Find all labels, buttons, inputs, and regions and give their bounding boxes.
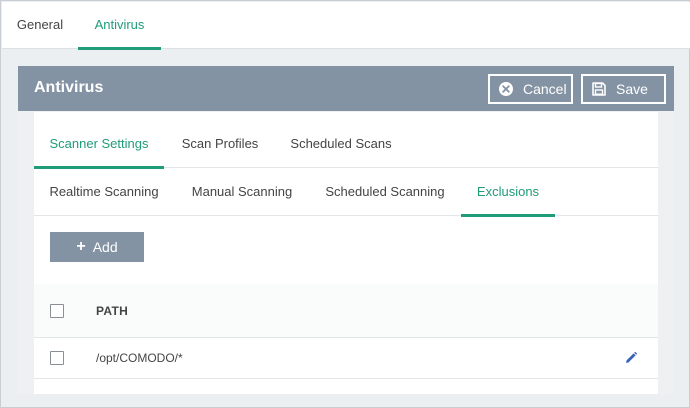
add-label: Add xyxy=(92,239,118,255)
tab-exclusions[interactable]: Exclusions xyxy=(461,168,555,217)
tab-antivirus[interactable]: Antivirus xyxy=(78,2,161,50)
save-disk-icon xyxy=(591,81,607,97)
main-tab-bar: Scanner Settings Scan Profiles Scheduled… xyxy=(34,120,658,169)
add-button[interactable]: + Add xyxy=(50,232,144,262)
select-all-checkbox[interactable] xyxy=(50,304,64,318)
tab-manual-scanning[interactable]: Manual Scanning xyxy=(174,168,310,216)
plus-icon: + xyxy=(76,238,86,255)
tab-scheduled-scanning[interactable]: Scheduled Scanning xyxy=(310,168,460,216)
cancel-label: Cancel xyxy=(523,81,567,97)
table-header: PATH xyxy=(34,284,658,338)
row-path: /opt/COMODO/* xyxy=(96,351,183,365)
tab-scanner-settings[interactable]: Scanner Settings xyxy=(34,120,164,169)
pencil-edit-icon[interactable] xyxy=(624,351,638,365)
sub-tab-bar: Realtime Scanning Manual Scanning Schedu… xyxy=(34,168,658,217)
antivirus-panel: Antivirus Cancel Save Scanner Settings S… xyxy=(18,66,674,394)
app-frame: General Antivirus Antivirus Cancel Save … xyxy=(0,0,690,408)
row-checkbox[interactable] xyxy=(50,351,64,365)
tab-realtime-scanning[interactable]: Realtime Scanning xyxy=(34,168,174,216)
panel-title: Antivirus xyxy=(34,79,104,96)
tab-general[interactable]: General xyxy=(2,2,78,49)
top-tab-bar: General Antivirus xyxy=(2,2,690,50)
panel-header: Antivirus Cancel Save xyxy=(18,66,674,111)
save-button[interactable]: Save xyxy=(581,74,666,104)
tab-scheduled-scans[interactable]: Scheduled Scans xyxy=(276,120,406,168)
table-row: /opt/COMODO/* xyxy=(34,338,658,379)
tab-scan-profiles[interactable]: Scan Profiles xyxy=(164,120,276,168)
cancel-x-circle-icon xyxy=(498,81,514,97)
path-column-header: PATH xyxy=(96,304,129,318)
save-label: Save xyxy=(616,81,648,97)
cancel-button[interactable]: Cancel xyxy=(488,74,573,104)
panel-content: Scanner Settings Scan Profiles Scheduled… xyxy=(34,112,658,394)
